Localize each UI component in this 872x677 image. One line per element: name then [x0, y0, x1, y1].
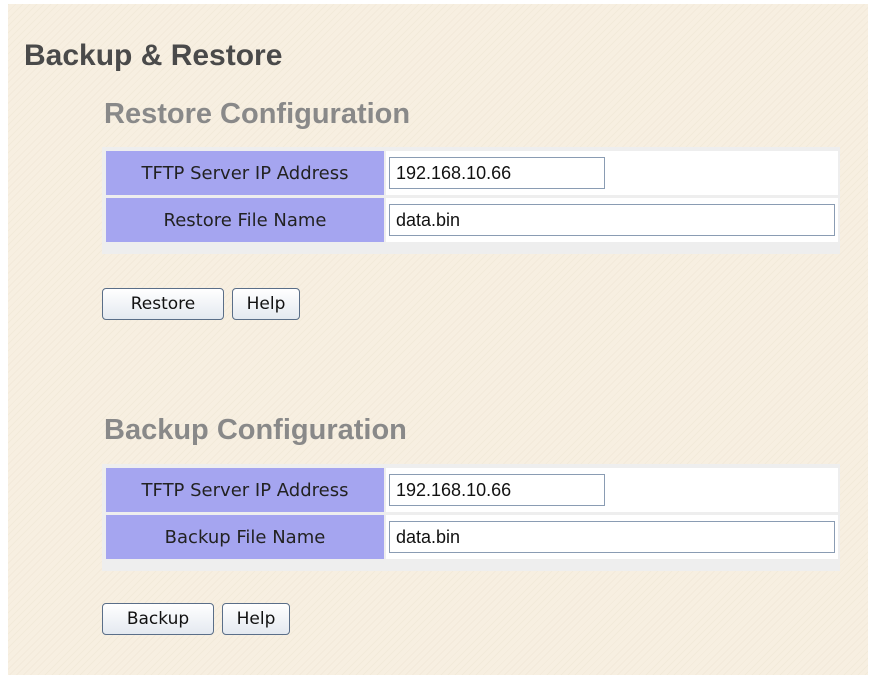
- backup-tftp-ip-input[interactable]: [389, 474, 605, 506]
- page-panel: Backup & Restore Restore Configuration T…: [8, 4, 868, 675]
- backup-tftp-label: TFTP Server IP Address: [106, 468, 384, 512]
- backup-tftp-row: TFTP Server IP Address: [106, 468, 838, 512]
- restore-tftp-ip-input[interactable]: [389, 157, 605, 189]
- restore-tftp-cell: [386, 151, 838, 195]
- restore-file-label: Restore File Name: [106, 198, 384, 242]
- backup-file-row: Backup File Name: [106, 515, 838, 559]
- backup-section-title: Backup Configuration: [104, 414, 407, 446]
- backup-button[interactable]: Backup: [102, 603, 214, 635]
- restore-config-table: TFTP Server IP Address Restore File Name: [102, 147, 840, 254]
- restore-help-button[interactable]: Help: [232, 288, 300, 320]
- backup-file-name-input[interactable]: [389, 521, 835, 553]
- backup-file-cell: [386, 515, 838, 559]
- restore-section-title: Restore Configuration: [104, 98, 411, 130]
- restore-tftp-label: TFTP Server IP Address: [106, 151, 384, 195]
- restore-file-cell: [386, 198, 838, 242]
- restore-file-row: Restore File Name: [106, 198, 838, 242]
- backup-config-table: TFTP Server IP Address Backup File Name: [102, 464, 840, 571]
- backup-help-button[interactable]: Help: [222, 603, 290, 635]
- restore-button[interactable]: Restore: [102, 288, 224, 320]
- backup-tftp-cell: [386, 468, 838, 512]
- restore-tftp-row: TFTP Server IP Address: [106, 151, 838, 195]
- backup-file-label: Backup File Name: [106, 515, 384, 559]
- restore-file-name-input[interactable]: [389, 204, 835, 236]
- page-title: Backup & Restore: [24, 39, 283, 72]
